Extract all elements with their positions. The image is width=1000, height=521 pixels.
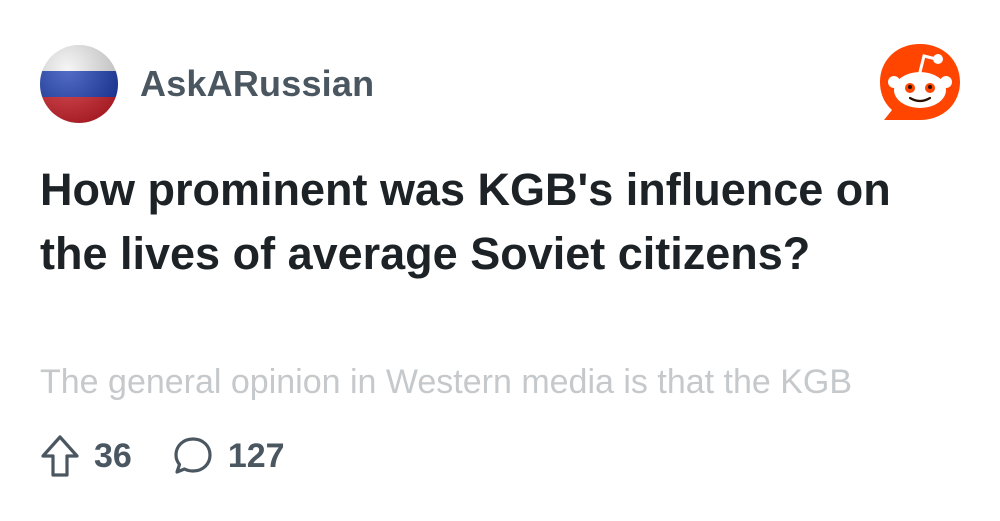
russian-flag-avatar — [40, 45, 118, 123]
post-stats: 36 127 — [40, 430, 285, 482]
reddit-logo-icon[interactable] — [876, 40, 964, 128]
community-avatar[interactable] — [40, 45, 118, 123]
comments-button[interactable]: 127 — [172, 435, 285, 477]
upvote-count: 36 — [94, 436, 132, 475]
community-name[interactable]: AskARussian — [140, 63, 374, 105]
upvote-button[interactable]: 36 — [40, 434, 132, 478]
post-title[interactable]: How prominent was KGB's influence on the… — [40, 158, 960, 286]
upvote-arrow-icon — [40, 434, 80, 478]
comment-bubble-icon — [172, 435, 214, 477]
comment-count: 127 — [227, 436, 285, 475]
post-card[interactable]: AskARussian How prominent was KGB's infl… — [0, 0, 1000, 521]
post-preview: The general opinion in Western media is … — [40, 363, 853, 401]
post-header: AskARussian — [40, 44, 374, 124]
